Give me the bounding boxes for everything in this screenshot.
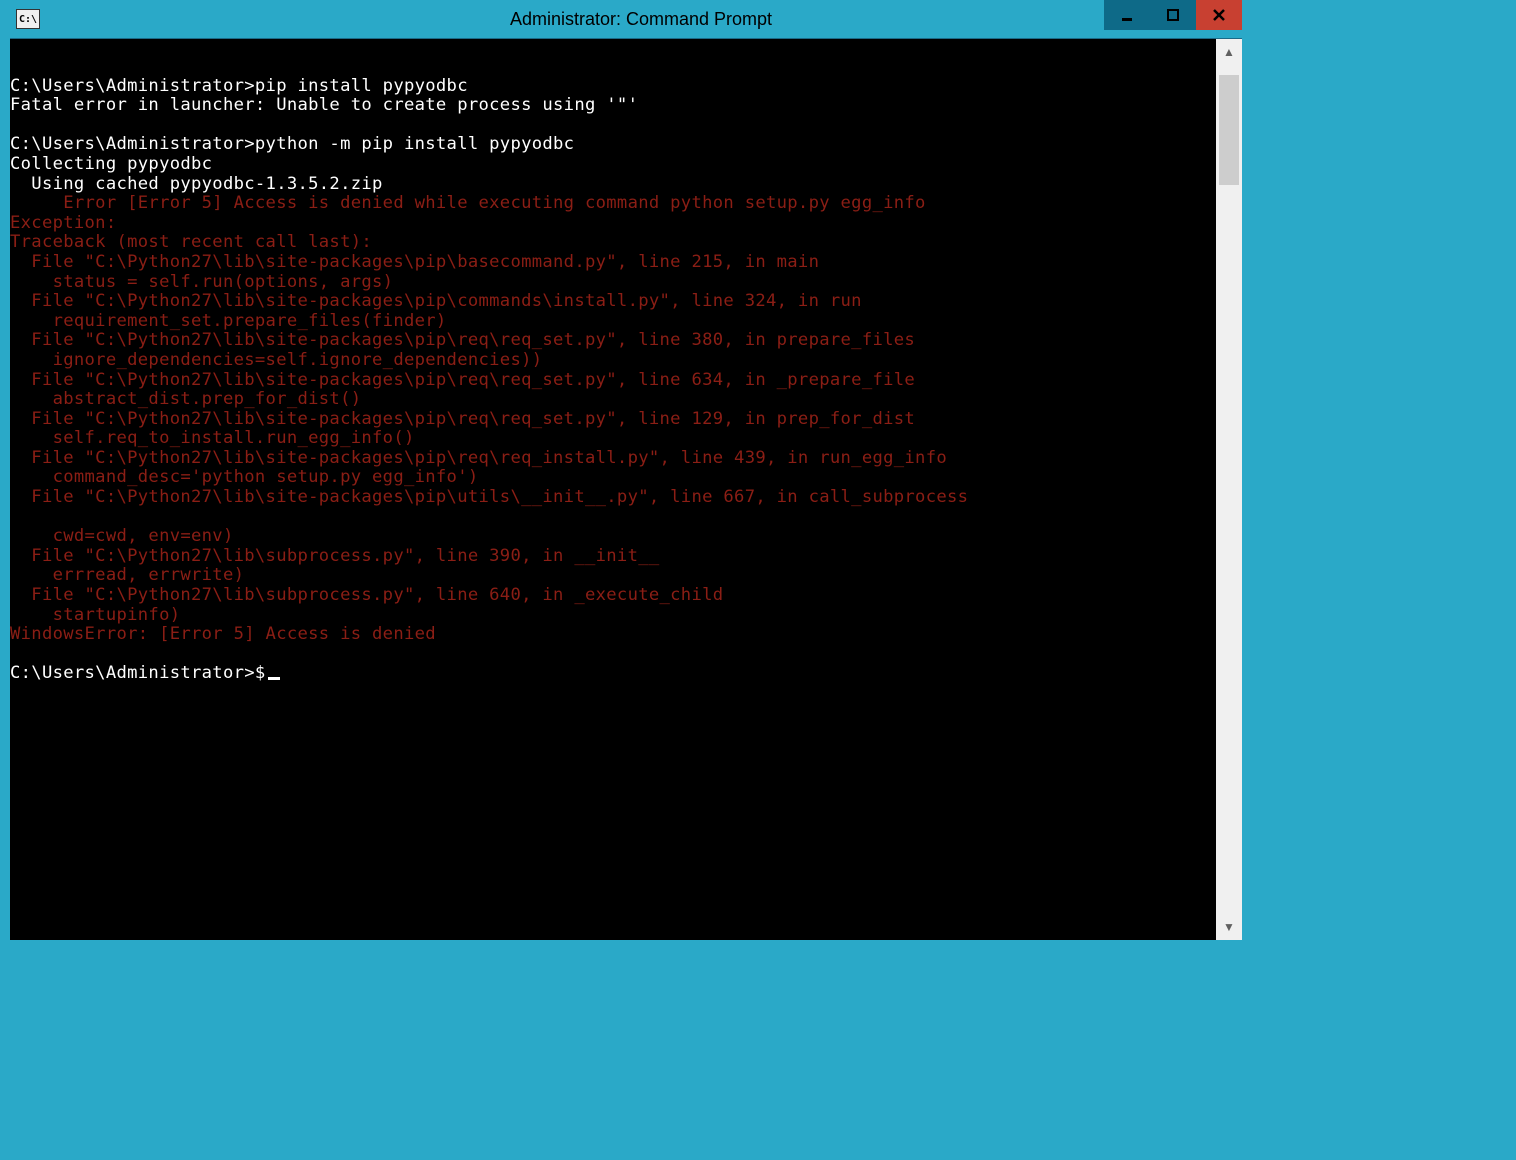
app-icon-text: C:\ [19, 14, 37, 25]
console-error-line: File "C:\Python27\lib\site-packages\pip\… [10, 449, 1216, 469]
app-icon: C:\ [16, 9, 40, 29]
console-error-line: File "C:\Python27\lib\subprocess.py", li… [10, 586, 1216, 606]
console-line: Fatal error in launcher: Unable to creat… [10, 96, 1216, 116]
console-error-line [10, 508, 1216, 528]
console-error-line: Traceback (most recent call last): [10, 233, 1216, 253]
window-title: Administrator: Command Prompt [40, 9, 1242, 30]
scroll-down-arrow-icon[interactable]: ▼ [1216, 914, 1242, 940]
console-error-line: Exception: [10, 214, 1216, 234]
console-line: Using cached pypyodbc-1.3.5.2.zip [10, 175, 1216, 195]
cursor-icon [268, 677, 280, 680]
console-error-line: File "C:\Python27\lib\site-packages\pip\… [10, 292, 1216, 312]
command-prompt-window: C:\ Administrator: Command Prompt C:\Use… [10, 0, 1242, 940]
minimize-button[interactable] [1104, 0, 1150, 30]
console-line [10, 645, 1216, 665]
console-error-line: File "C:\Python27\lib\site-packages\pip\… [10, 488, 1216, 508]
console-error-line: requirement_set.prepare_files(finder) [10, 312, 1216, 332]
console-line [10, 116, 1216, 136]
maximize-button[interactable] [1150, 0, 1196, 30]
console-line: C:\Users\Administrator>pip install pypyo… [10, 77, 1216, 97]
console-error-line: File "C:\Python27\lib\site-packages\pip\… [10, 371, 1216, 391]
console-error-line: ignore_dependencies=self.ignore_dependen… [10, 351, 1216, 371]
console-output[interactable]: C:\Users\Administrator>pip install pypyo… [10, 39, 1216, 940]
scroll-track[interactable] [1216, 65, 1242, 914]
console-error-line: errread, errwrite) [10, 566, 1216, 586]
console-error-line: self.req_to_install.run_egg_info() [10, 429, 1216, 449]
console-error-line: startupinfo) [10, 606, 1216, 626]
console-error-line: File "C:\Python27\lib\subprocess.py", li… [10, 547, 1216, 567]
console-error-line: File "C:\Python27\lib\site-packages\pip\… [10, 253, 1216, 273]
window-controls [1104, 0, 1242, 30]
console-line [10, 57, 1216, 77]
vertical-scrollbar[interactable]: ▲ ▼ [1216, 39, 1242, 940]
scroll-up-arrow-icon[interactable]: ▲ [1216, 39, 1242, 65]
console-prompt-line[interactable]: C:\Users\Administrator>$ [10, 664, 1216, 684]
console-line: Collecting pypyodbc [10, 155, 1216, 175]
console-error-line: File "C:\Python27\lib\site-packages\pip\… [10, 410, 1216, 430]
client-area: C:\Users\Administrator>pip install pypyo… [10, 38, 1242, 940]
titlebar[interactable]: C:\ Administrator: Command Prompt [10, 0, 1242, 38]
console-error-line: status = self.run(options, args) [10, 273, 1216, 293]
console-error-line: abstract_dist.prep_for_dist() [10, 390, 1216, 410]
close-icon [1212, 8, 1226, 22]
console-error-line: File "C:\Python27\lib\site-packages\pip\… [10, 331, 1216, 351]
console-line: C:\Users\Administrator>python -m pip ins… [10, 135, 1216, 155]
console-error-line: command_desc='python setup.py egg_info') [10, 468, 1216, 488]
console-error-line: cwd=cwd, env=env) [10, 527, 1216, 547]
console-error-line: WindowsError: [Error 5] Access is denied [10, 625, 1216, 645]
console-prompt-text: C:\Users\Administrator>$ [10, 663, 266, 683]
maximize-icon [1166, 8, 1180, 22]
minimize-icon [1120, 8, 1134, 22]
scroll-thumb[interactable] [1219, 75, 1239, 185]
console-error-line: Error [Error 5] Access is denied while e… [10, 194, 1216, 214]
close-button[interactable] [1196, 0, 1242, 30]
